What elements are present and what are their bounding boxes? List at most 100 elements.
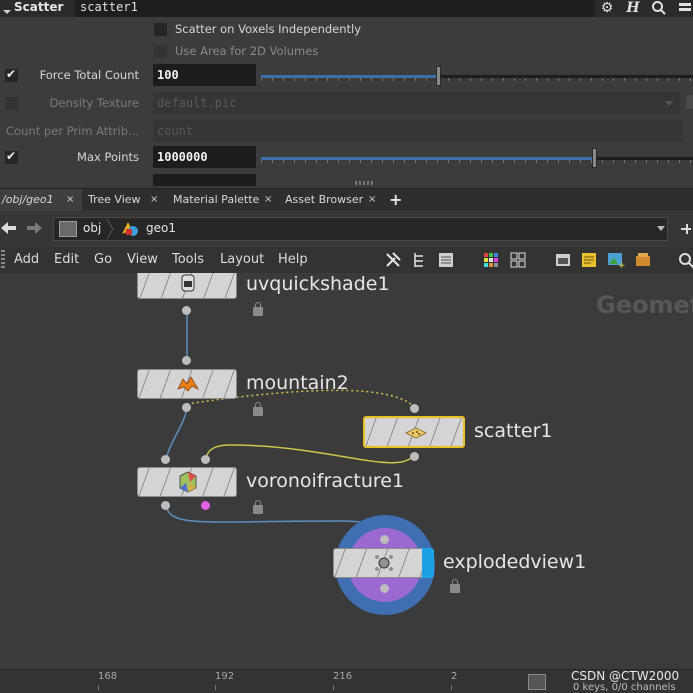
network-menu-bar: Add Edit Go View Tools Layout Help +: [0, 247, 693, 273]
explode-icon: [372, 552, 396, 574]
max-points-slider-handle[interactable]: [591, 148, 597, 168]
tab-material-palette[interactable]: Material Palette ×: [167, 189, 279, 211]
shape-palette-icon[interactable]: [509, 251, 527, 269]
density-texture-checkbox[interactable]: [5, 97, 18, 110]
menu-help[interactable]: Help: [278, 247, 308, 273]
gear-icon[interactable]: ⚙: [598, 0, 616, 17]
forward-arrow-icon[interactable]: [25, 220, 43, 236]
uvquickshade1-output[interactable]: [182, 306, 191, 315]
color-palette-icon[interactable]: [482, 251, 500, 269]
max-points-label: Max Points: [77, 150, 139, 164]
voronoifracture1-input-2[interactable]: [201, 455, 210, 464]
menu-add[interactable]: Add: [14, 247, 39, 273]
path-dropdown-icon[interactable]: [657, 226, 665, 231]
voronoi-icon: [176, 470, 200, 493]
pane-splitter[interactable]: [355, 181, 375, 185]
density-texture-dropdown-icon[interactable]: [665, 101, 673, 106]
menu-tools[interactable]: Tools: [172, 247, 204, 273]
search-icon[interactable]: [650, 0, 668, 17]
sticky-note-icon[interactable]: [580, 251, 598, 269]
help-icon[interactable]: H: [624, 0, 642, 17]
node-header: Scatter scatter1 ⚙ H: [0, 0, 693, 17]
mountain-icon: [176, 373, 200, 395]
menu-go[interactable]: Go: [94, 247, 112, 273]
shader-ball-icon: [176, 273, 200, 295]
force-total-count-field[interactable]: 100: [153, 64, 256, 86]
menu-handle-icon[interactable]: [1, 250, 5, 270]
use-area-checkbox[interactable]: [154, 45, 167, 58]
node-type-label: Scatter: [14, 0, 64, 14]
density-texture-label: Density Texture: [49, 96, 139, 110]
menu-view[interactable]: View: [127, 247, 158, 273]
node-mountain2[interactable]: [137, 369, 237, 399]
wrench-icon[interactable]: [384, 251, 402, 269]
display-flag[interactable]: [422, 548, 434, 578]
node-name-field[interactable]: scatter1: [75, 0, 595, 17]
bookmark-icon[interactable]: [634, 251, 652, 269]
close-icon[interactable]: ×: [150, 189, 158, 211]
tab-asset-browser[interactable]: Asset Browser ×: [279, 189, 383, 211]
key-icon[interactable]: [528, 674, 546, 690]
breadcrumb-obj[interactable]: obj: [83, 221, 101, 235]
force-total-count-label: Force Total Count: [39, 68, 139, 82]
network-editor[interactable]: Geomet uvquickshade1 mountain2 scatter1: [0, 273, 693, 669]
explodedview1-output[interactable]: [380, 584, 389, 593]
layers-icon[interactable]: [676, 0, 693, 17]
voronoifracture1-output-1[interactable]: [161, 501, 170, 510]
menu-layout[interactable]: Layout: [220, 247, 264, 273]
node-scatter1[interactable]: [363, 416, 465, 448]
lock-icon: [450, 579, 460, 593]
scatter1-input[interactable]: [410, 404, 419, 413]
node-uvquickshade1[interactable]: [137, 273, 237, 299]
menu-edit[interactable]: Edit: [54, 247, 79, 273]
image-add-icon[interactable]: +: [607, 251, 626, 271]
list-icon[interactable]: [437, 251, 455, 269]
mountain2-output[interactable]: [182, 403, 191, 412]
hidden-row-field: [153, 174, 256, 186]
breadcrumb-geo1[interactable]: geo1: [146, 221, 176, 235]
tab-tree-view[interactable]: Tree View ×: [82, 189, 164, 211]
use-area-label: Use Area for 2D Volumes: [175, 44, 319, 58]
force-total-count-checkbox[interactable]: [5, 67, 18, 82]
back-arrow-icon[interactable]: [0, 220, 18, 236]
node-explodedview1[interactable]: [333, 548, 434, 578]
lock-icon: [253, 302, 263, 316]
explodedview1-input[interactable]: [380, 535, 389, 544]
geo-object-icon: [120, 220, 140, 237]
tab-label: Material Palette: [173, 193, 260, 206]
close-icon[interactable]: ×: [66, 189, 74, 211]
max-points-field[interactable]: 1000000: [153, 146, 256, 168]
close-icon[interactable]: ×: [368, 189, 376, 211]
pin-icon[interactable]: [679, 221, 693, 237]
lock-icon: [253, 500, 263, 514]
density-texture-field[interactable]: default.pic: [153, 92, 680, 114]
search-icon[interactable]: [677, 251, 693, 269]
add-tab-icon[interactable]: +: [389, 189, 402, 211]
tab-label: /obj/geo1: [2, 193, 54, 206]
count-per-prim-field[interactable]: count: [153, 120, 683, 142]
scatter-voxels-checkbox[interactable]: [154, 23, 167, 36]
svg-text:+: +: [618, 261, 625, 269]
frame-label: 2: [451, 671, 458, 682]
node-label-uvquickshade1: uvquickshade1: [246, 273, 390, 295]
max-points-checkbox[interactable]: [5, 149, 18, 164]
density-texture-browse-icon[interactable]: [686, 95, 693, 109]
node-voronoifracture1[interactable]: [137, 467, 237, 497]
voronoifracture1-input-1[interactable]: [161, 455, 170, 464]
force-total-count-slider-handle[interactable]: [436, 66, 442, 86]
network-box-icon[interactable]: [554, 251, 572, 269]
frame-tick: [333, 685, 334, 690]
wire-mountain-to-voronoi: [165, 403, 188, 462]
tree-icon[interactable]: [411, 251, 429, 269]
node-label-scatter1: scatter1: [474, 420, 553, 442]
scatter1-output[interactable]: [410, 452, 419, 461]
timeline-bar[interactable]: 168 192 216 2 CSDN @CTW2000 0 keys, 0/0 …: [0, 669, 693, 693]
mountain2-input[interactable]: [182, 356, 191, 365]
close-icon[interactable]: ×: [264, 189, 272, 211]
node-type-dropdown-icon[interactable]: [2, 0, 11, 17]
frame-label: 168: [98, 671, 118, 682]
tab-obj-geo1[interactable]: /obj/geo1 ×: [0, 189, 82, 211]
channel-status: 0 keys, 0/0 channels: [573, 682, 676, 693]
voronoifracture1-output-2[interactable]: [201, 501, 210, 510]
node-label-mountain2: mountain2: [246, 372, 349, 394]
